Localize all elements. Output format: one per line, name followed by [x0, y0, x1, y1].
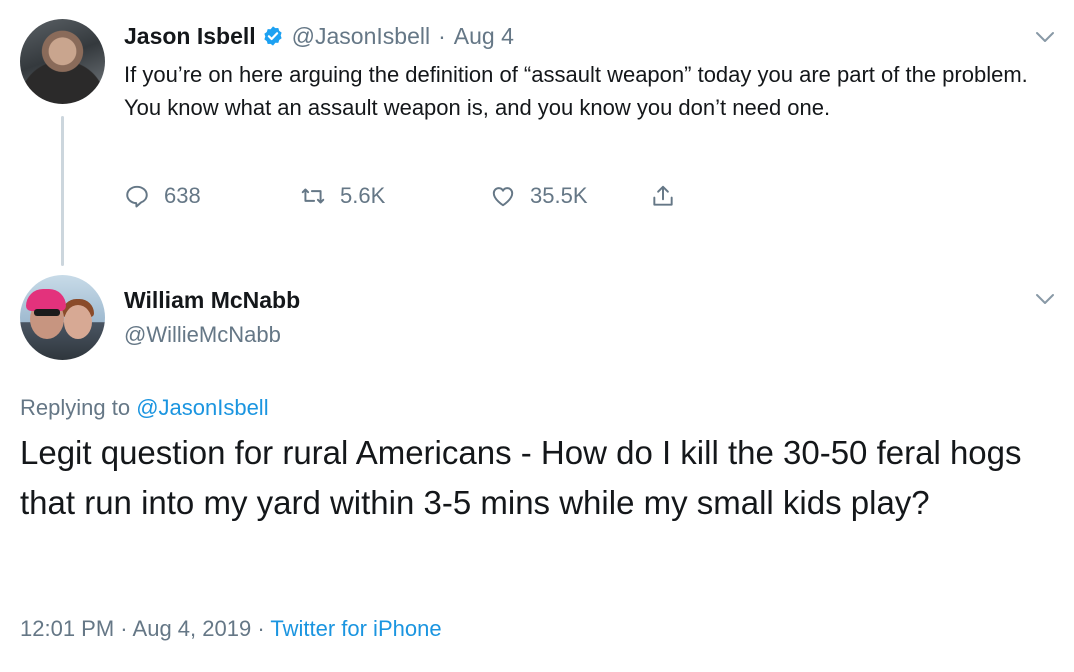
- reply-button[interactable]: 638: [124, 183, 300, 209]
- avatar-jason-isbell[interactable]: [20, 19, 105, 104]
- reply-source-link[interactable]: Twitter for iPhone: [270, 616, 441, 641]
- tweet-text: If you’re on here arguing the definition…: [124, 62, 1028, 120]
- reply-time[interactable]: 12:01 PM: [20, 616, 114, 641]
- chevron-down-icon[interactable]: [1033, 28, 1057, 46]
- verified-badge-icon: [264, 26, 282, 46]
- avatar-photo-detail: [64, 305, 92, 339]
- replying-to-line: Replying to @JasonIsbell: [20, 395, 269, 421]
- like-button[interactable]: 35.5K: [490, 183, 650, 209]
- tweet-actions: 638 5.6K 35.5K: [124, 178, 690, 214]
- thread-connector-line: [61, 116, 64, 266]
- retweet-count: 5.6K: [340, 183, 386, 208]
- retweet-icon: [301, 188, 325, 204]
- like-icon: [492, 187, 514, 207]
- reply-count: 638: [164, 183, 201, 208]
- share-icon: [653, 185, 673, 206]
- separator-dot: ·: [120, 616, 128, 641]
- separator-dot: ·: [438, 22, 446, 49]
- tweet-thread: Jason Isbell @JasonIsbell · Aug 4 If you…: [0, 0, 1074, 672]
- avatar-william-mcnabb[interactable]: [20, 275, 105, 360]
- reply-metadata: 12:01 PM · Aug 4, 2019 · Twitter for iPh…: [20, 616, 442, 642]
- chevron-down-icon[interactable]: [1033, 290, 1057, 308]
- reply-author-name[interactable]: William McNabb: [124, 287, 300, 314]
- retweet-button[interactable]: 5.6K: [300, 183, 490, 209]
- author-handle[interactable]: @JasonIsbell: [292, 23, 430, 50]
- tweet-date[interactable]: Aug 4: [454, 23, 514, 50]
- replying-to-label: Replying to: [20, 395, 137, 420]
- tweet-header: Jason Isbell @JasonIsbell · Aug 4: [124, 20, 514, 52]
- reply-text: Legit question for rural Americans - How…: [20, 434, 1022, 521]
- like-count: 35.5K: [530, 183, 588, 208]
- avatar-photo-detail: [34, 309, 60, 316]
- author-name[interactable]: Jason Isbell: [124, 23, 256, 50]
- replying-to-link[interactable]: @JasonIsbell: [136, 395, 268, 420]
- reply-icon: [126, 185, 148, 208]
- separator-dot: ·: [257, 616, 265, 641]
- share-button[interactable]: [650, 183, 690, 209]
- reply-date[interactable]: Aug 4, 2019: [133, 616, 252, 641]
- reply-author-handle[interactable]: @WillieMcNabb: [124, 322, 281, 348]
- avatar-photo-detail: [26, 289, 66, 311]
